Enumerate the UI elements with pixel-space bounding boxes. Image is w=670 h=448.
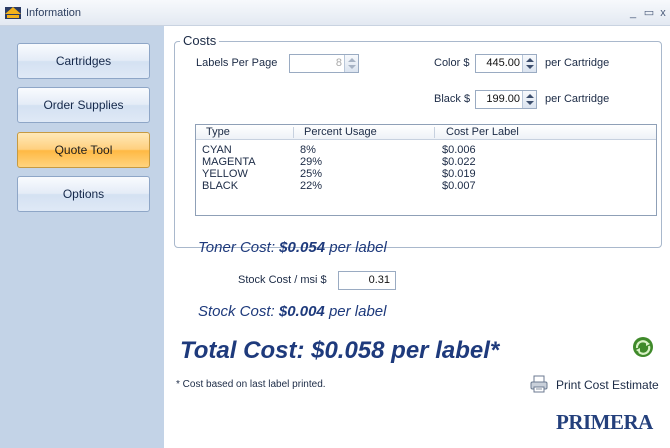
labels-per-page-value: 8	[335, 57, 342, 69]
close-icon[interactable]: x	[656, 6, 670, 20]
total-cost-text: Total Cost: $0.058 per label*	[180, 337, 500, 364]
nav-quote-tool-button[interactable]: Quote Tool	[17, 132, 150, 168]
cell-cost: $0.022	[442, 156, 476, 168]
toner-cost-suffix: per label	[329, 239, 387, 256]
stock-cost-msi-value[interactable]: 0.31	[369, 274, 390, 286]
cell-type: CYAN	[202, 144, 232, 156]
stock-cost-prefix: Stock Cost:	[198, 303, 275, 320]
nav-order-supplies-button[interactable]: Order Supplies	[17, 87, 150, 123]
toner-cost-value: $0.054	[279, 239, 326, 256]
labels-per-page-label: Labels Per Page	[196, 57, 278, 69]
table-row[interactable]: YELLOW 25% $0.019	[196, 168, 656, 180]
cell-type: YELLOW	[202, 168, 248, 180]
cell-type: BLACK	[202, 180, 239, 192]
table-row[interactable]: CYAN 8% $0.006	[196, 144, 656, 156]
app-icon	[5, 7, 21, 19]
stock-cost-msi-label: Stock Cost / msi $	[238, 274, 327, 286]
cell-cost: $0.007	[442, 180, 476, 192]
costs-group-label: Costs	[180, 33, 220, 48]
maximize-icon[interactable]: ▭	[642, 6, 656, 20]
stock-cost-suffix: per label	[328, 303, 387, 320]
printer-icon[interactable]	[530, 375, 548, 393]
stock-cost-value: $0.004	[278, 303, 325, 320]
black-cost-label: Black $	[434, 93, 471, 105]
color-cost-stepper[interactable]: 445.00	[475, 54, 537, 73]
primera-logo: PRIMERA	[556, 410, 653, 434]
cell-cost: $0.019	[442, 168, 476, 180]
column-header-percent-usage[interactable]: Percent Usage	[304, 126, 377, 138]
color-per-cartridge-label: per Cartridge	[545, 57, 610, 69]
nav-options-button[interactable]: Options	[17, 176, 150, 212]
print-cost-estimate-label[interactable]: Print Cost Estimate	[556, 378, 659, 392]
toner-cost-text: Toner Cost: $0.054 per label	[198, 239, 387, 256]
stock-cost-msi-input[interactable]: 0.31	[338, 271, 396, 290]
toner-cost-prefix: Toner Cost:	[198, 239, 275, 256]
nav-cartridges-button[interactable]: Cartridges	[17, 43, 150, 79]
labels-per-page-spin-icon	[344, 55, 358, 72]
sidebar: Cartridges Order Supplies Quote Tool Opt…	[0, 26, 164, 448]
title-bar: Information _ ▭ x	[0, 0, 670, 26]
black-cost-value[interactable]: 199.00	[486, 93, 520, 105]
cell-cost: $0.006	[442, 144, 476, 156]
color-cost-spin-icon[interactable]	[522, 55, 536, 72]
usage-table[interactable]: Type Percent Usage Cost Per Label CYAN 8…	[195, 124, 657, 216]
color-cost-value[interactable]: 445.00	[486, 57, 520, 69]
table-row[interactable]: MAGENTA 29% $0.022	[196, 156, 656, 168]
labels-per-page-stepper: 8	[289, 54, 359, 73]
column-header-type[interactable]: Type	[206, 126, 230, 138]
footnote-text: * Cost based on last label printed.	[176, 379, 326, 390]
column-header-cost-per-label[interactable]: Cost Per Label	[446, 126, 519, 138]
cell-type: MAGENTA	[202, 156, 256, 168]
color-cost-label: Color $	[434, 57, 470, 69]
recycle-icon[interactable]	[632, 336, 654, 358]
minimize-icon[interactable]: _	[626, 6, 640, 20]
cell-percent: 8%	[300, 144, 316, 156]
table-header: Type Percent Usage Cost Per Label	[196, 125, 656, 140]
cell-percent: 22%	[300, 180, 323, 192]
window-title: Information	[26, 7, 82, 19]
black-cost-spin-icon[interactable]	[522, 91, 536, 108]
black-cost-stepper[interactable]: 199.00	[475, 90, 537, 109]
cell-percent: 25%	[300, 168, 323, 180]
stock-cost-text: Stock Cost: $0.004 per label	[198, 303, 386, 320]
cell-percent: 29%	[300, 156, 323, 168]
black-per-cartridge-label: per Cartridge	[545, 93, 610, 105]
table-row[interactable]: BLACK 22% $0.007	[196, 180, 656, 192]
